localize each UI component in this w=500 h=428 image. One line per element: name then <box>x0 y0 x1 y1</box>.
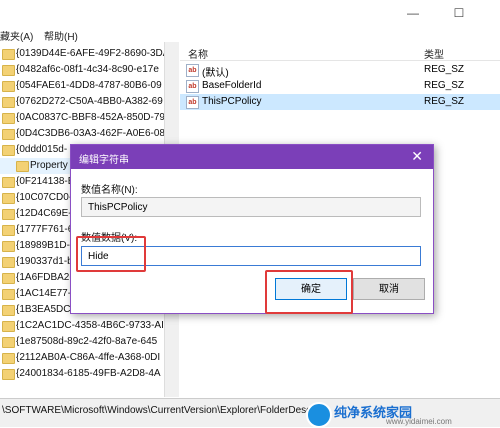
tree-item-label: {1A6FDBA2- <box>16 272 73 283</box>
tree-item-label: {1777F761-6 <box>16 224 74 235</box>
status-bar: \SOFTWARE\Microsoft\Windows\CurrentVersi… <box>0 398 500 428</box>
menu-bar: 藏夹(A) 帮助(H) <box>0 26 500 43</box>
tree-item[interactable]: {0762D272-C50A-4BB0-A382-69 <box>0 94 164 110</box>
folder-icon <box>2 65 15 76</box>
value-name-field: ThisPCPolicy <box>81 197 421 217</box>
tree-item-label: {2112AB0A-C86A-4ffe-A368-0DI <box>16 352 161 363</box>
minimize-button[interactable]: — <box>398 4 428 22</box>
tree-item-label: {190337d1-b <box>16 256 73 267</box>
tree-item[interactable]: {0139D44E-6AFE-49F2-8690-3DA <box>0 46 164 62</box>
value-type: REG_SZ <box>424 80 465 91</box>
column-name[interactable]: 名称 <box>188 46 208 61</box>
edit-string-dialog: 编辑字符串 ✕ 数值名称(N): ThisPCPolicy 数值数据(V): H… <box>70 144 434 314</box>
tree-item-label: {1C2AC1DC-4358-4B6C-9733-AI <box>16 320 164 331</box>
folder-icon <box>2 113 15 124</box>
tree-item[interactable]: {0D4C3DB6-03A3-462F-A0E6-08 <box>0 126 164 142</box>
folder-icon <box>2 129 15 140</box>
tree-item[interactable]: {0482af6c-08f1-4c34-8c90-e17e <box>0 62 164 78</box>
value-type: REG_SZ <box>424 64 465 75</box>
value-name: ThisPCPolicy <box>202 96 262 107</box>
tree-item-label: {0482af6c-08f1-4c34-8c90-e17e <box>16 64 159 75</box>
tree-item[interactable]: {0AC0837C-BBF8-452A-850D-79 <box>0 110 164 126</box>
value-row[interactable]: ab (默认) REG_SZ <box>180 62 500 79</box>
folder-icon <box>2 289 15 300</box>
value-type: REG_SZ <box>424 96 465 107</box>
value-name: (默认) <box>202 68 229 79</box>
folder-icon <box>2 97 15 108</box>
folder-icon <box>2 81 15 92</box>
tree-item-label: {0139D44E-6AFE-49F2-8690-3DA <box>16 48 164 59</box>
folder-icon <box>2 337 15 348</box>
value-row[interactable]: ab BaseFolderId REG_SZ <box>180 78 500 94</box>
maximize-button[interactable]: ☐ <box>444 4 474 22</box>
tree-item-label: {10C07CD0- <box>16 192 73 203</box>
tree-item-label: Property <box>30 160 68 171</box>
status-path: \SOFTWARE\Microsoft\Windows\CurrentVersi… <box>2 405 328 416</box>
close-icon[interactable]: ✕ <box>411 148 423 165</box>
watermark: 纯净系统家园 www.yidaimei.com <box>306 402 496 428</box>
folder-icon <box>2 321 15 332</box>
tree-item-label: {1AC14E77-0 <box>16 288 77 299</box>
value-row[interactable]: ab ThisPCPolicy REG_SZ <box>180 94 500 110</box>
tree-item-label: {12D4C69E- <box>16 208 72 219</box>
value-data-label: 数值数据(V): <box>81 233 138 244</box>
values-list-header: 名称 类型 <box>180 42 500 61</box>
folder-icon <box>2 225 15 236</box>
tree-item-label: {1e87508d-89c2-42f0-8a7e-645 <box>16 336 158 347</box>
tree-item-label: {0AC0837C-BBF8-452A-850D-79 <box>16 112 164 123</box>
tree-item-label: {18989B1D- <box>16 240 70 251</box>
menu-favorites[interactable]: 藏夹(A) <box>0 28 33 43</box>
ok-button[interactable]: 确定 <box>275 278 347 300</box>
tree-item-label: {0ddd015d- <box>16 144 68 155</box>
folder-icon <box>16 161 29 172</box>
folder-icon <box>2 193 15 204</box>
menu-help[interactable]: 帮助(H) <box>44 28 78 43</box>
folder-icon <box>2 145 15 156</box>
folder-icon <box>2 273 15 284</box>
watermark-url: www.yidaimei.com <box>386 417 452 426</box>
folder-icon <box>2 241 15 252</box>
dialog-titlebar: 编辑字符串 ✕ <box>71 145 433 169</box>
tree-item-label: {054FAE61-4DD8-4787-80B6-09 <box>16 80 162 91</box>
folder-icon <box>2 209 15 220</box>
tree-item[interactable]: {1e87508d-89c2-42f0-8a7e-645 <box>0 334 164 350</box>
dialog-title: 编辑字符串 <box>79 155 129 166</box>
tree-item[interactable]: {054FAE61-4DD8-4787-80B6-09 <box>0 78 164 94</box>
folder-icon <box>2 49 15 60</box>
cancel-button[interactable]: 取消 <box>353 278 425 300</box>
value-data-input[interactable]: Hide <box>81 246 421 266</box>
folder-icon <box>2 257 15 268</box>
tree-item-label: {0F214138-B <box>16 176 75 187</box>
folder-icon <box>2 353 15 364</box>
window-titlebar: — ☐ <box>0 0 500 26</box>
watermark-logo <box>306 402 332 428</box>
string-value-icon: ab <box>186 64 199 77</box>
value-name: BaseFolderId <box>202 80 262 91</box>
string-value-icon: ab <box>186 80 199 93</box>
tree-item-label: {0762D272-C50A-4BB0-A382-69 <box>16 96 163 107</box>
folder-icon <box>2 369 15 380</box>
column-type[interactable]: 类型 <box>424 46 444 61</box>
folder-icon <box>2 305 15 316</box>
tree-item[interactable]: {24001834-6185-49FB-A2D8-4A <box>0 366 164 382</box>
string-value-icon: ab <box>186 96 199 109</box>
folder-icon <box>2 177 15 188</box>
tree-item[interactable]: {1C2AC1DC-4358-4B6C-9733-AI <box>0 318 164 334</box>
value-name-label: 数值名称(N): <box>81 185 138 196</box>
tree-item-label: {24001834-6185-49FB-A2D8-4A <box>16 368 161 379</box>
tree-item-label: {0D4C3DB6-03A3-462F-A0E6-08 <box>16 128 164 139</box>
tree-item[interactable]: {2112AB0A-C86A-4ffe-A368-0DI <box>0 350 164 366</box>
